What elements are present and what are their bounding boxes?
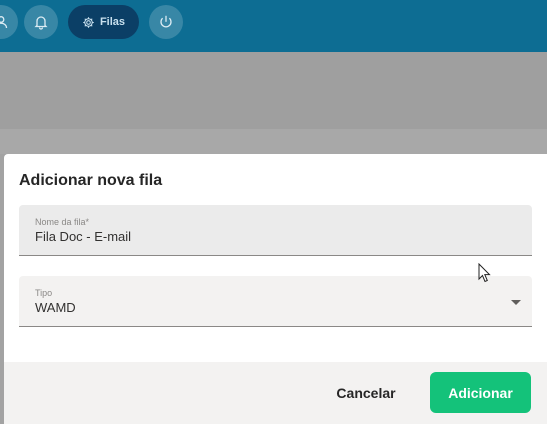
add-button[interactable]: Adicionar (430, 372, 531, 413)
queue-name-field[interactable]: Nome da fila* Fila Doc - E-mail (19, 205, 532, 256)
add-queue-dialog: Adicionar nova fila Nome da fila* Fila D… (4, 154, 547, 424)
caret-down-icon[interactable] (511, 300, 521, 305)
queue-name-value: Fila Doc - E-mail (35, 229, 132, 244)
dialog-title: Adicionar nova fila (19, 172, 163, 189)
user-icon (0, 16, 8, 29)
mouse-cursor-icon (478, 263, 491, 283)
overlay-backdrop (0, 52, 547, 129)
overlay-backdrop-strip (0, 129, 547, 154)
notifications-button[interactable] (24, 5, 58, 39)
bell-icon (34, 16, 48, 30)
logout-button[interactable] (149, 5, 183, 39)
user-nav-button[interactable] (0, 5, 18, 39)
dialog-footer: Cancelar Adicionar (4, 362, 547, 424)
cancel-button[interactable]: Cancelar (320, 373, 412, 413)
queue-type-value: WAMD (35, 300, 76, 315)
queue-type-dropdown[interactable]: Tipo WAMD (19, 276, 532, 327)
power-icon (160, 15, 172, 28)
queue-name-label: Nome da fila* (35, 217, 90, 227)
gear-icon (83, 16, 94, 28)
queue-type-label: Tipo (35, 288, 53, 298)
top-navigation-bar: Filas (0, 0, 547, 52)
nav-item-label: Filas (99, 16, 126, 28)
nav-item-filas[interactable]: Filas (68, 5, 139, 39)
